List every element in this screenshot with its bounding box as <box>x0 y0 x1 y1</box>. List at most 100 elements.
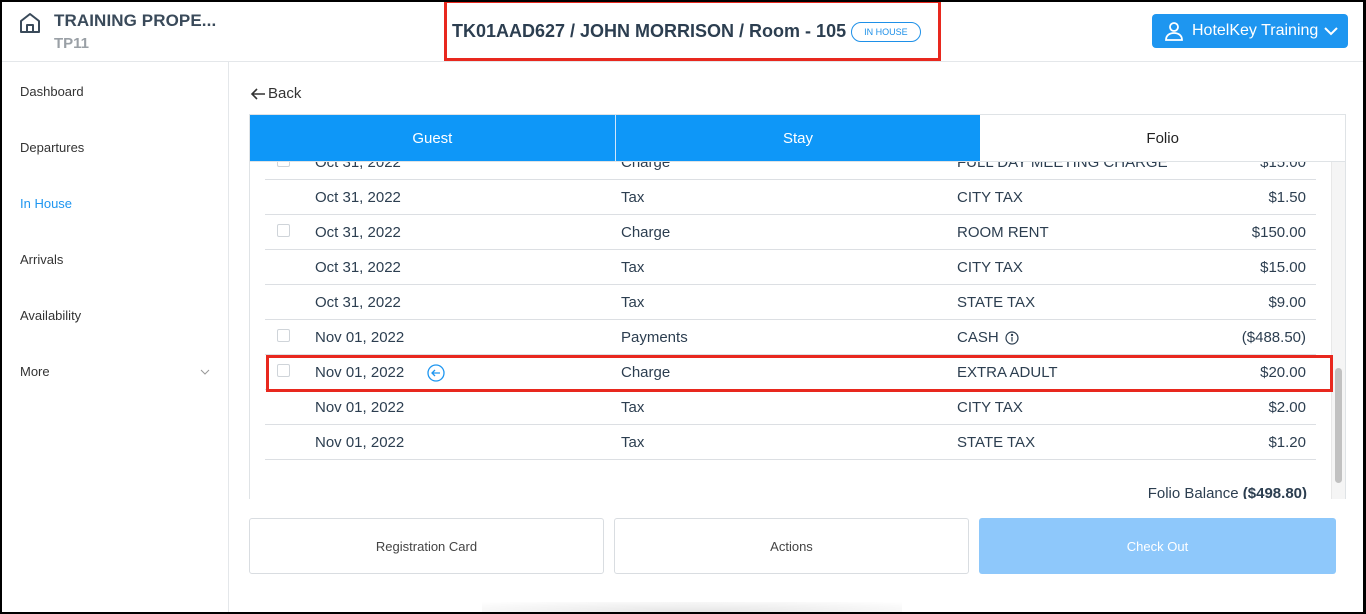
row-description: CASH <box>957 329 1019 346</box>
row-date: Nov 01, 2022 <box>315 329 405 346</box>
table-row: Nov 01, 2022 Tax STATE TAX $1.20 <box>265 425 1316 460</box>
row-description: CITY TAX <box>957 259 1023 276</box>
sidebar-item-availability[interactable]: Availability <box>20 308 210 323</box>
sidebar-item-arrivals[interactable]: Arrivals <box>20 252 210 267</box>
folio-list: Oct 31, 2022 Charge FULL DAY MEETING CHA… <box>265 162 1316 460</box>
row-date: Nov 01, 2022 <box>315 434 405 451</box>
folio-balance: Folio Balance ($498.80) <box>1148 485 1307 499</box>
sidebar-item-more[interactable]: More <box>20 364 210 379</box>
reservation-tabs: Guest Stay Folio <box>249 114 1346 162</box>
scrollbar-thumb[interactable] <box>1335 368 1342 483</box>
table-row-highlighted: Nov 01, 2022 Charge EXTRA ADULT $20.00 <box>265 355 1316 390</box>
row-date: Nov 01, 2022 <box>315 364 405 381</box>
button-label: Actions <box>770 538 813 554</box>
row-type: Charge <box>621 162 671 171</box>
row-amount: $1.20 <box>1268 434 1306 451</box>
row-date: Oct 31, 2022 <box>315 189 401 206</box>
row-description: FULL DAY MEETING CHARGE <box>957 162 1168 171</box>
button-label: Registration Card <box>375 538 478 554</box>
sidebar-item-dashboard[interactable]: Dashboard <box>20 84 210 99</box>
sidebar-item-departures[interactable]: Departures <box>20 140 210 155</box>
row-type: Tax <box>621 294 645 311</box>
row-description-text: CITY TAX <box>957 399 1023 416</box>
info-icon[interactable] <box>1005 330 1019 345</box>
table-row: Oct 31, 2022 Charge ROOM RENT $150.00 <box>265 215 1316 250</box>
folio-scrollbar[interactable] <box>1331 162 1345 499</box>
home-icon <box>20 13 40 33</box>
bottom-shadow <box>482 602 902 612</box>
check-out-button[interactable]: Check Out <box>979 518 1336 574</box>
sidebar-item-label: Dashboard <box>20 84 84 99</box>
tab-guest[interactable]: Guest <box>250 115 615 161</box>
row-type: Tax <box>621 434 645 451</box>
row-description-text: STATE TAX <box>957 434 1036 451</box>
arrow-left-icon <box>250 87 265 100</box>
row-checkbox[interactable] <box>277 329 290 342</box>
user-menu-button[interactable]: HotelKey Training <box>1152 14 1348 48</box>
button-label: Check Out <box>1126 538 1189 554</box>
row-description-text: EXTRA ADULT <box>957 364 1058 381</box>
row-description: CITY TAX <box>957 189 1023 206</box>
folio-list-viewport: Oct 31, 2022 Charge FULL DAY MEETING CHA… <box>249 162 1346 499</box>
row-date: Oct 31, 2022 <box>315 162 401 171</box>
property-selector[interactable]: TRAINING PROPE... TP11 <box>18 11 216 52</box>
app-window: TRAINING PROPE... TP11 TK01AAD627 / JOHN… <box>2 2 1363 612</box>
folio-balance-label: Folio Balance <box>1147 485 1239 499</box>
table-row: Oct 31, 2022 Tax STATE TAX $9.00 <box>265 285 1316 320</box>
back-link[interactable]: Back <box>250 85 301 102</box>
table-row: Oct 31, 2022 Charge FULL DAY MEETING CHA… <box>265 162 1316 180</box>
row-checkbox[interactable] <box>277 162 290 167</box>
row-type: Charge <box>621 224 671 241</box>
sidebar-item-label: Arrivals <box>20 252 64 267</box>
row-description-text: CITY TAX <box>957 189 1023 206</box>
actions-button[interactable]: Actions <box>614 518 969 574</box>
user-menu-label: HotelKey Training <box>1192 22 1319 39</box>
registration-card-button[interactable]: Registration Card <box>249 518 604 574</box>
folio-balance-value: ($498.80) <box>1242 485 1307 499</box>
table-row: Nov 01, 2022 Payments CASH ($488.50) <box>265 320 1316 355</box>
tab-label: Guest <box>412 129 453 147</box>
row-amount: ($488.50) <box>1241 329 1306 346</box>
chevron-down-icon <box>1324 27 1338 36</box>
property-name: TRAINING PROPE... <box>54 11 217 30</box>
row-checkbox[interactable] <box>277 364 290 377</box>
row-type: Tax <box>621 259 645 276</box>
table-row: Oct 31, 2022 Tax CITY TAX $1.50 <box>265 180 1316 215</box>
sidebar-item-label: More <box>20 364 50 379</box>
user-icon <box>1165 22 1183 41</box>
row-description: EXTRA ADULT <box>957 364 1058 381</box>
row-type: Charge <box>621 364 671 381</box>
row-date: Oct 31, 2022 <box>315 259 401 276</box>
row-date: Oct 31, 2022 <box>315 224 401 241</box>
row-amount: $150.00 <box>1251 224 1306 241</box>
tab-folio[interactable]: Folio <box>980 115 1346 161</box>
row-type: Payments <box>621 329 688 346</box>
row-description-text: CITY TAX <box>957 259 1023 276</box>
table-row: Oct 31, 2022 Tax CITY TAX $15.00 <box>265 250 1316 285</box>
row-type: Tax <box>621 189 645 206</box>
row-description: CITY TAX <box>957 399 1023 416</box>
tab-label: Stay <box>783 129 814 147</box>
row-amount: $9.00 <box>1268 294 1306 311</box>
row-description: STATE TAX <box>957 294 1035 311</box>
sidebar-item-label: Availability <box>20 308 82 323</box>
property-code: TP11 <box>54 35 90 52</box>
tab-label: Folio <box>1146 129 1179 147</box>
row-type: Tax <box>621 399 645 416</box>
transfer-arrow-icon[interactable] <box>427 364 445 382</box>
row-date: Nov 01, 2022 <box>315 399 405 416</box>
sidebar-item-in-house[interactable]: In House <box>20 196 210 211</box>
highlight-outline-title <box>444 2 941 61</box>
row-description: STATE TAX <box>957 434 1035 451</box>
row-description-text: CASH <box>957 329 999 346</box>
row-description-text: ROOM RENT <box>957 224 1049 241</box>
row-amount: $2.00 <box>1268 399 1306 416</box>
row-amount: $1.50 <box>1268 189 1306 206</box>
tab-stay[interactable]: Stay <box>614 115 981 161</box>
row-date: Oct 31, 2022 <box>315 294 401 311</box>
row-checkbox[interactable] <box>277 224 290 237</box>
row-description: ROOM RENT <box>957 224 1049 241</box>
row-amount: $20.00 <box>1260 364 1306 381</box>
row-amount: $15.00 <box>1260 259 1306 276</box>
sidebar-item-label: Departures <box>20 140 85 155</box>
